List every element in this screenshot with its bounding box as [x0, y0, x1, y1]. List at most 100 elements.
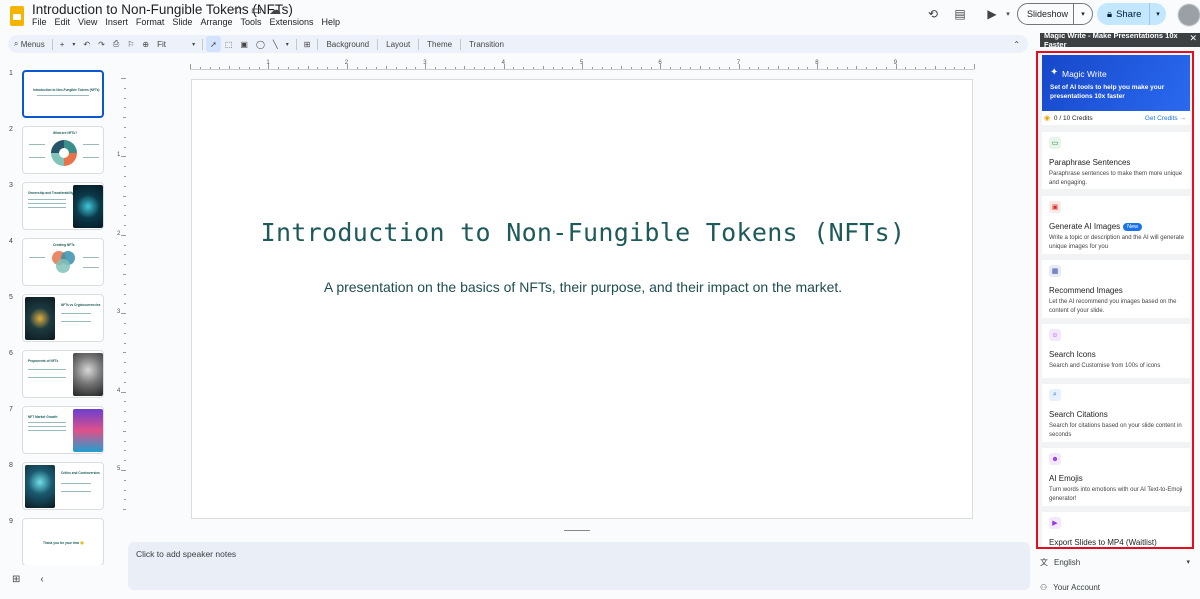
- ruler-tick: [239, 67, 240, 69]
- image-tool-icon[interactable]: ▣: [236, 36, 252, 52]
- menu-file[interactable]: File: [32, 17, 51, 27]
- undo-icon[interactable]: ↶: [79, 36, 94, 52]
- slide-thumbnail-row[interactable]: 7 NFT Market Growth: [0, 406, 115, 458]
- ruler-tick: [435, 67, 436, 69]
- slide-thumbnail-row[interactable]: 9 Thank you for your time 😊: [0, 518, 115, 565]
- slide-thumbnail[interactable]: Ownership and Transferability: [22, 182, 104, 230]
- menu-bar: File Edit View Insert Format Slide Arran…: [32, 17, 344, 27]
- menu-view[interactable]: View: [74, 17, 101, 27]
- menu-format[interactable]: Format: [132, 17, 169, 27]
- slide-thumbnail[interactable]: Proponents of NFTs: [22, 350, 104, 398]
- background-button[interactable]: Background: [321, 36, 374, 52]
- thumbnail-text-line: [28, 199, 66, 200]
- get-credits-link[interactable]: Get Credits →: [1145, 115, 1186, 122]
- menu-help[interactable]: Help: [318, 17, 345, 27]
- slide-title[interactable]: Introduction to Non-Fungible Tokens (NFT…: [192, 218, 974, 247]
- paint-format-icon[interactable]: ⚐: [123, 36, 138, 52]
- tool-card-export-mp4[interactable]: ▶ Export Slides to MP4 (Waitlist): [1042, 512, 1190, 547]
- new-slide-dropdown-icon[interactable]: ▾: [68, 36, 79, 52]
- speaker-notes[interactable]: Click to add speaker notes: [128, 542, 1030, 590]
- ruler-tick: [954, 67, 956, 69]
- new-slide-icon[interactable]: +: [56, 36, 69, 52]
- slide-thumbnail[interactable]: NFT Market Growth: [22, 406, 104, 454]
- share-main[interactable]: 🔒︎ Share: [1097, 3, 1150, 25]
- magic-wand-icon: ✦: [1050, 67, 1059, 78]
- zoom-select[interactable]: Fit ▾: [153, 36, 199, 52]
- menu-arrange[interactable]: Arrange: [196, 17, 236, 27]
- zoom-icon[interactable]: ⊕: [138, 36, 153, 52]
- thumbnail-text-line: [61, 321, 91, 322]
- tool-card-ai-emojis[interactable]: ☻ AI Emojis Turn words into emotions wit…: [1042, 448, 1190, 506]
- frame-tool-icon[interactable]: ⬚: [221, 36, 237, 52]
- line-dropdown-icon[interactable]: ▾: [282, 36, 293, 52]
- menu-slide[interactable]: Slide: [168, 17, 196, 27]
- close-icon[interactable]: ✕: [1189, 33, 1197, 44]
- star-icon[interactable]: ☆: [233, 3, 244, 17]
- ruler-tick: [124, 136, 126, 138]
- ruler-tick: [258, 67, 260, 69]
- slideshow-button[interactable]: Slideshow ▾: [1017, 3, 1093, 25]
- notes-resize-handle[interactable]: [564, 530, 590, 531]
- ruler-tick: [827, 67, 828, 69]
- move-folder-icon[interactable]: ▭: [251, 3, 262, 17]
- tool-card-search-citations[interactable]: ⌕ Search Citations Search for citations …: [1042, 384, 1190, 442]
- slide-subtitle[interactable]: A presentation on the basics of NFTs, th…: [192, 279, 974, 295]
- slide-thumbnail[interactable]: NFTs vs Cryptocurrencies: [22, 294, 104, 342]
- slideshow-label[interactable]: Slideshow: [1018, 4, 1074, 24]
- redo-icon[interactable]: ↷: [94, 36, 109, 52]
- donut-hole: [59, 148, 69, 158]
- slide-thumbnail-row[interactable]: 3 Ownership and Transferability: [0, 182, 115, 234]
- add-comment-icon[interactable]: ⊞: [300, 36, 315, 52]
- collapse-filmstrip-icon[interactable]: ‹: [40, 574, 43, 585]
- meet-dropdown-icon[interactable]: ▾: [999, 5, 1017, 23]
- ruler-number: 1: [117, 152, 121, 159]
- slide-thumbnail-row[interactable]: 6 Proponents of NFTs: [0, 350, 115, 402]
- slide-thumbnail-row[interactable]: 5 NFTs vs Cryptocurrencies: [0, 294, 115, 346]
- chevron-down-icon: ▾: [1186, 559, 1190, 566]
- language-selector[interactable]: 文 English ▾: [1040, 555, 1190, 569]
- tool-card-recommend-images[interactable]: ▦ Recommend Images Let the AI recommend …: [1042, 260, 1190, 318]
- slideshow-dropdown-icon[interactable]: ▾: [1074, 10, 1092, 18]
- slide-thumbnail[interactable]: Creating NFTs: [22, 238, 104, 286]
- slide-thumbnail[interactable]: What are NFTs?: [22, 126, 104, 174]
- transition-button[interactable]: Transition: [464, 36, 509, 52]
- grid-view-icon[interactable]: ⊞: [12, 574, 20, 585]
- search-menus[interactable]: ⌕ Menus: [8, 36, 49, 52]
- account-link[interactable]: ⚇ Your Account: [1040, 580, 1190, 594]
- menu-edit[interactable]: Edit: [51, 17, 75, 27]
- ruler-tick: [248, 67, 250, 69]
- ruler-tick: [591, 67, 593, 69]
- line-tool-icon[interactable]: ╲: [269, 36, 282, 52]
- ruler-tick: [719, 67, 721, 69]
- tool-card-generate-images[interactable]: ▣ Generate AI Images New Write a topic or…: [1042, 196, 1190, 254]
- select-tool-icon[interactable]: ➚: [206, 36, 221, 52]
- collapse-toolbar-icon[interactable]: ⌃: [1009, 36, 1024, 52]
- slide-canvas[interactable]: Introduction to Non-Fungible Tokens (NFT…: [191, 79, 973, 519]
- gallery-icon: ▦: [1049, 265, 1061, 277]
- slide-thumbnail-row[interactable]: 2 What are NFTs?: [0, 126, 115, 178]
- menu-tools[interactable]: Tools: [236, 17, 265, 27]
- tool-card-paraphrase[interactable]: ▭ Paraphrase Sentences Paraphrase senten…: [1042, 132, 1190, 189]
- panel-scrollbar[interactable]: [1194, 51, 1200, 599]
- slide-thumbnail[interactable]: Critics and Controversies: [22, 462, 104, 510]
- slide-thumbnail[interactable]: Thank you for your time 😊: [22, 518, 104, 565]
- tool-description: Turn words into emotions with our AI Tex…: [1049, 487, 1183, 502]
- layout-button[interactable]: Layout: [381, 36, 415, 52]
- avatar[interactable]: [1178, 4, 1200, 26]
- slide-thumbnail[interactable]: Introduction to Non-Fungible Tokens (NFT…: [22, 70, 104, 118]
- tool-card-search-icons[interactable]: ☺ Search Icons Search and Customise from…: [1042, 324, 1190, 378]
- menu-insert[interactable]: Insert: [101, 17, 132, 27]
- slide-thumbnail-row[interactable]: 4 Creating NFTs: [0, 238, 115, 290]
- menu-extensions[interactable]: Extensions: [265, 17, 317, 27]
- comments-icon[interactable]: ▤: [951, 5, 969, 23]
- theme-button[interactable]: Theme: [422, 36, 457, 52]
- print-icon[interactable]: ⎙: [109, 36, 123, 52]
- slide-thumbnail-row[interactable]: 1 Introduction to Non-Fungible Tokens (N…: [0, 70, 115, 122]
- share-button[interactable]: 🔒︎ Share ▾: [1097, 3, 1166, 25]
- version-history-icon[interactable]: ⟲: [924, 5, 942, 23]
- slides-logo-icon[interactable]: [10, 6, 24, 26]
- share-dropdown-icon[interactable]: ▾: [1150, 10, 1166, 18]
- slide-thumbnail-row[interactable]: 8 Critics and Controversies: [0, 462, 115, 514]
- cloud-status-icon[interactable]: ☁: [269, 3, 281, 17]
- shape-tool-icon[interactable]: ◯: [252, 36, 269, 52]
